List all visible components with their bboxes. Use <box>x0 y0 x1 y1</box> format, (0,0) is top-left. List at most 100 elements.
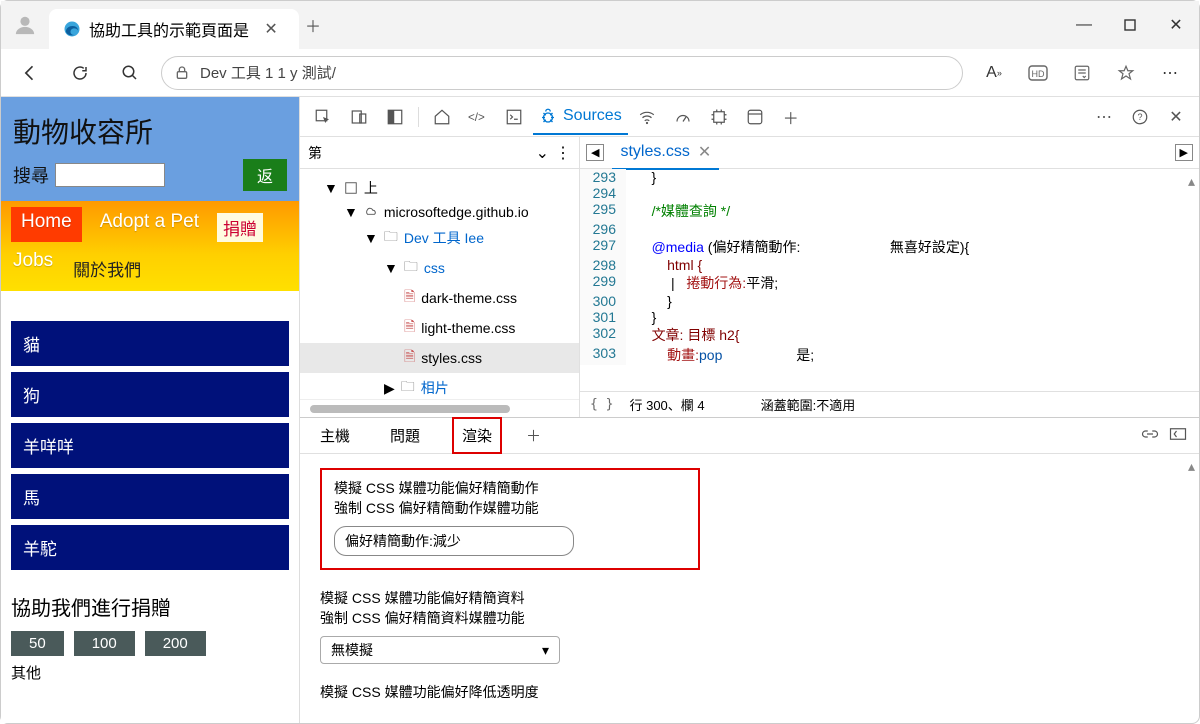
refresh-button[interactable] <box>61 54 99 92</box>
return-button[interactable]: 返 <box>243 159 287 191</box>
browser-tab[interactable]: 協助工具的示範頁面是 ✕ <box>49 9 299 49</box>
prefers-reduced-motion-section: 模擬 CSS 媒體功能偏好精簡動作 強制 CSS 偏好精簡動作媒體功能 偏好精簡… <box>320 468 700 570</box>
edge-icon <box>63 20 81 38</box>
close-window-button[interactable]: ✕ <box>1153 5 1199 45</box>
scroll-up-icon[interactable]: ▴ <box>1188 458 1195 475</box>
nav-toggle-icon[interactable]: ◀ <box>586 144 604 161</box>
minimize-button[interactable]: ― <box>1061 5 1107 45</box>
favorites-icon[interactable] <box>1107 54 1145 92</box>
tree-domain[interactable]: ▼ microsoftedge.github.io <box>300 201 579 223</box>
drawer-tab-rendering[interactable]: 渲染 <box>452 417 502 454</box>
nav-donate[interactable]: 捐贈 <box>217 213 263 242</box>
profile-icon[interactable] <box>1 14 49 36</box>
window-titlebar: 協助工具的示範頁面是 ✕ ＋ ― ✕ <box>1 1 1199 49</box>
list-item[interactable]: 羊咩咩 <box>11 423 289 468</box>
page-content: 動物收容所 搜尋 返 Home Adopt a Pet 捐贈 Jobs 關於我們… <box>1 97 299 723</box>
link-icon[interactable] <box>1141 427 1159 445</box>
section-title: 模擬 CSS 媒體功能偏好精簡動作 <box>334 478 686 498</box>
file-navigator: 第 ⌄ ⋮ ▼ 上 ▼ microsoftedge.github.io ▼ 🗀 … <box>300 137 580 417</box>
address-bar[interactable]: Dev 工具 1 1 y 測試/ <box>161 56 963 90</box>
close-devtools-icon[interactable]: ✕ <box>1159 100 1193 134</box>
nav-about[interactable]: 關於我們 <box>71 252 143 285</box>
read-aloud-icon[interactable]: A» <box>975 54 1013 92</box>
new-tab-button[interactable]: ＋ <box>299 11 327 39</box>
donate-50[interactable]: 50 <box>11 631 64 656</box>
back-button[interactable] <box>11 54 49 92</box>
format-icon[interactable]: { } <box>590 397 613 412</box>
code-tab[interactable]: styles.css ✕ <box>612 136 719 170</box>
performance-icon[interactable] <box>666 100 700 134</box>
donate-200[interactable]: 200 <box>145 631 206 656</box>
search-button[interactable] <box>111 54 149 92</box>
lock-icon <box>174 65 190 81</box>
sources-label: Sources <box>563 107 622 125</box>
code-content[interactable]: ▴ 293 } 294 295 /*媒體查詢 */ 296 297 @media… <box>580 169 1199 391</box>
svg-text:?: ? <box>1137 112 1142 122</box>
nav-jobs[interactable]: Jobs <box>11 246 55 285</box>
drawer-tab-console[interactable]: 主機 <box>312 419 358 452</box>
search-input[interactable] <box>55 163 165 187</box>
drawer-tab-issues[interactable]: 問題 <box>382 419 428 452</box>
coverage-status: 涵蓋範圍:不適用 <box>761 395 856 414</box>
code-editor: ◀ styles.css ✕ ▶ ▴ 293 } 294 295 /*媒體查詢 … <box>580 137 1199 417</box>
scroll-up-icon[interactable]: ▴ <box>1188 173 1195 190</box>
close-file-icon[interactable]: ✕ <box>698 142 711 162</box>
more-tabs-icon[interactable]: ＋ <box>774 100 808 134</box>
elements-icon[interactable]: </> <box>461 100 495 134</box>
add-drawer-tab[interactable]: ＋ <box>526 425 541 446</box>
expand-drawer-icon[interactable] <box>1169 427 1187 445</box>
more-icon[interactable]: ⋯ <box>1087 100 1121 134</box>
close-tab-icon[interactable]: ✕ <box>257 15 285 43</box>
network-icon[interactable] <box>630 100 664 134</box>
tree-file[interactable]: 🗎 light-theme.css <box>300 313 579 343</box>
chevron-down-icon[interactable]: ⌄ <box>536 143 549 163</box>
hd-icon[interactable]: HD <box>1019 54 1057 92</box>
maximize-button[interactable] <box>1107 5 1153 45</box>
page-tab[interactable]: 第 <box>308 143 322 163</box>
more-files-icon[interactable]: ▶ <box>1175 144 1193 161</box>
section-title: 模擬 CSS 媒體功能偏好降低透明度 <box>320 682 1179 702</box>
devtools-tabbar: </> Sources ＋ ⋯ ? ✕ <box>300 97 1199 137</box>
application-icon[interactable] <box>738 100 772 134</box>
bug-icon <box>539 107 557 125</box>
site-nav: Home Adopt a Pet 捐贈 Jobs 關於我們 <box>1 201 299 291</box>
welcome-icon[interactable] <box>425 100 459 134</box>
tree-folder-css[interactable]: ▼ 🗀 css <box>300 253 579 283</box>
tree-folder-dev[interactable]: ▼ 🗀 Dev 工具 Iee <box>300 223 579 253</box>
svg-text:</>: </> <box>468 111 485 124</box>
prefers-reduced-data-section: 模擬 CSS 媒體功能偏好精簡資料 強制 CSS 偏好精簡資料媒體功能 無模擬▾ <box>320 588 1179 664</box>
tree-folder-photos[interactable]: ▶ 🗀 相片 <box>300 373 579 399</box>
reduced-motion-select[interactable]: 偏好精簡動作:減少 <box>334 526 574 556</box>
list-item[interactable]: 狗 <box>11 372 289 417</box>
tab-title: 協助工具的示範頁面是 <box>89 17 249 41</box>
site-header: 動物收容所 搜尋 返 <box>1 97 299 201</box>
svg-text:HD: HD <box>1032 69 1045 79</box>
donate-heading: 協助我們進行捐贈 <box>11 592 289 621</box>
device-icon[interactable] <box>342 100 376 134</box>
list-item[interactable]: 貓 <box>11 321 289 366</box>
donate-100[interactable]: 100 <box>74 631 135 656</box>
reduced-data-select[interactable]: 無模擬▾ <box>320 636 560 664</box>
prefers-reduced-transparency-section: 模擬 CSS 媒體功能偏好降低透明度 <box>320 682 1179 702</box>
section-title: 模擬 CSS 媒體功能偏好精簡資料 <box>320 588 1179 608</box>
list-item[interactable]: 馬 <box>11 474 289 519</box>
section-subtitle: 強制 CSS 偏好精簡動作媒體功能 <box>334 498 686 518</box>
reading-list-icon[interactable] <box>1063 54 1101 92</box>
tree-top[interactable]: ▼ 上 <box>300 175 579 201</box>
nav-adopt[interactable]: Adopt a Pet <box>98 207 201 242</box>
tree-file[interactable]: 🗎 dark-theme.css <box>300 283 579 313</box>
menu-icon[interactable]: ⋯ <box>1151 54 1189 92</box>
devtools-drawer: 主機 問題 渲染 ＋ ▴ 模擬 CSS 媒體功能偏好精簡動作 強制 CSS 偏好… <box>300 417 1199 716</box>
scrollbar[interactable] <box>300 399 579 417</box>
tree-file-selected[interactable]: 🗎 styles.css <box>300 343 579 373</box>
console-icon[interactable] <box>497 100 531 134</box>
help-icon[interactable]: ? <box>1123 100 1157 134</box>
inspect-icon[interactable] <box>306 100 340 134</box>
list-item[interactable]: 羊駝 <box>11 525 289 570</box>
sources-tab[interactable]: Sources <box>533 99 628 135</box>
cursor-position: 行 300、欄 4 <box>629 395 704 414</box>
memory-icon[interactable] <box>702 100 736 134</box>
more-icon[interactable]: ⋮ <box>555 143 571 163</box>
nav-home[interactable]: Home <box>11 207 82 242</box>
dock-icon[interactable] <box>378 100 412 134</box>
